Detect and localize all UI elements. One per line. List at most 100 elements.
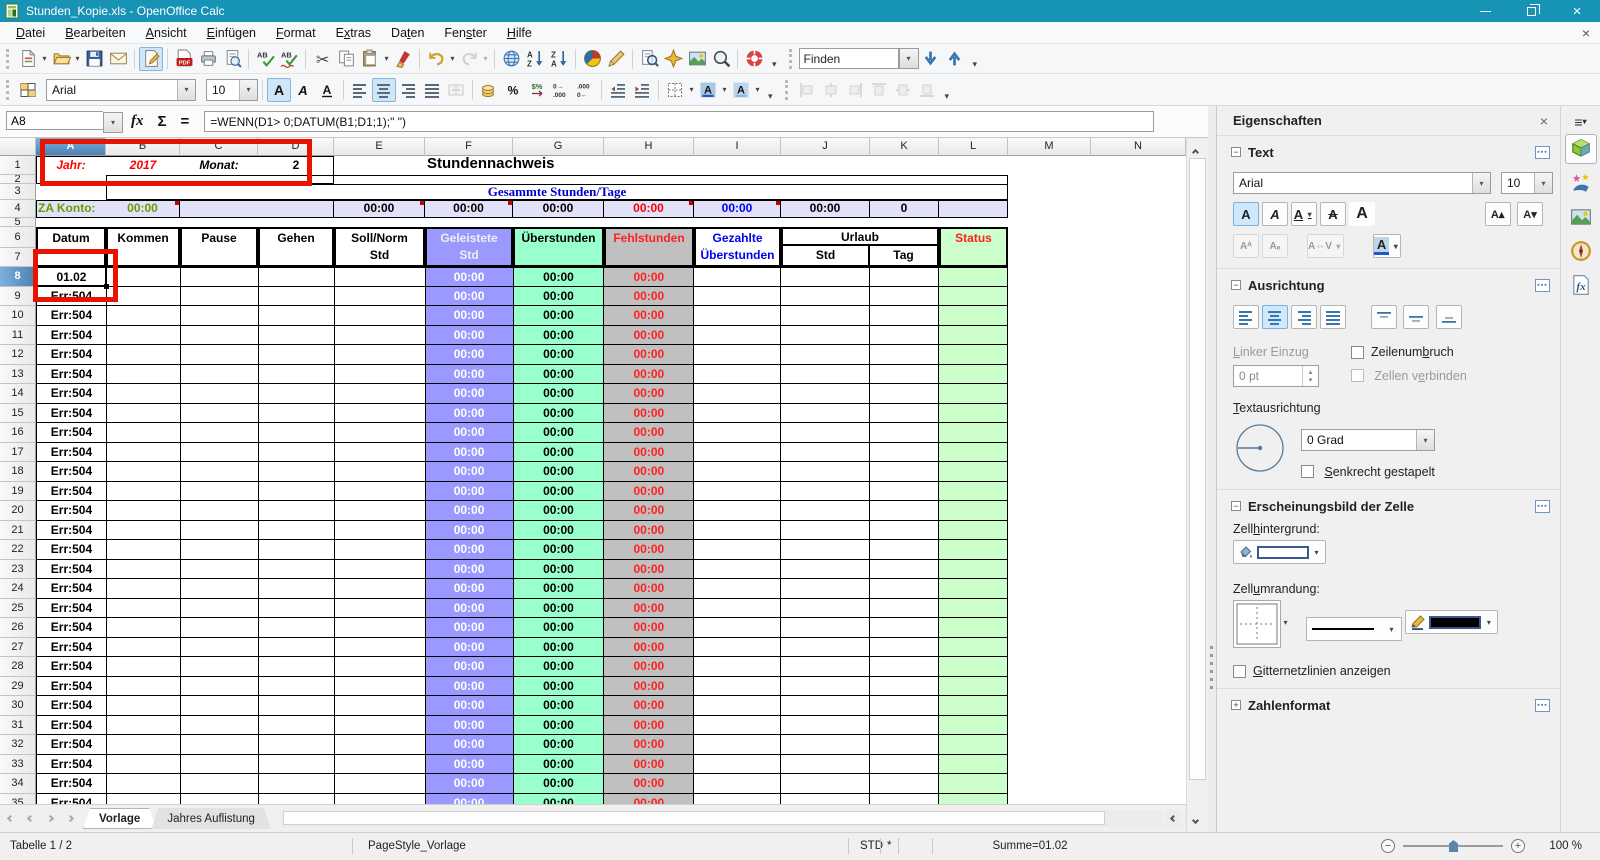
column-header-K[interactable]: K [870, 138, 939, 156]
cell-G34[interactable]: 00:00 [513, 774, 605, 794]
dialog-launcher-icon[interactable]: ▪▪▪ [1535, 499, 1550, 513]
cell-F29[interactable]: 00:00 [425, 676, 514, 696]
cell-K23[interactable] [870, 559, 940, 579]
row-header-25[interactable]: 25 [0, 598, 36, 618]
cell-H12[interactable]: 00:00 [604, 345, 695, 365]
cell-C35[interactable] [181, 793, 259, 804]
cell-K25[interactable] [870, 598, 940, 618]
cell-G30[interactable]: 00:00 [513, 696, 605, 716]
table-header[interactable]: Urlaub Std Tag [781, 227, 939, 267]
menu-hilfe[interactable]: Hilfe [497, 22, 542, 44]
cell-J19[interactable] [781, 481, 871, 501]
underline-button[interactable]: A [315, 78, 339, 102]
copy-button[interactable] [334, 47, 358, 71]
cell-C31[interactable] [180, 715, 259, 735]
horizontal-scroll-thumb[interactable] [282, 811, 1105, 825]
help-button[interactable] [742, 47, 766, 71]
cell[interactable]: 00:00 [513, 200, 604, 218]
hyperlink-button[interactable] [499, 47, 523, 71]
paste-button[interactable] [358, 47, 382, 71]
sheet-tab-jahres-auflistung[interactable]: Jahres Auflistung [151, 808, 271, 829]
sidebar-tab-navigator[interactable] [1565, 236, 1597, 266]
cell-C22[interactable] [180, 540, 259, 560]
sort-descending-button[interactable]: ZA [547, 47, 571, 71]
cell-L24[interactable] [939, 579, 1008, 599]
cell-J13[interactable] [781, 364, 871, 384]
cell-A14[interactable]: Err:504 [37, 384, 107, 404]
cell-G24[interactable]: 00:00 [513, 579, 605, 599]
cell-I34[interactable] [694, 774, 782, 794]
cell-L9[interactable] [939, 286, 1008, 306]
cell-D30[interactable] [258, 696, 335, 716]
cell-I8[interactable] [694, 268, 782, 287]
cell-D31[interactable] [258, 715, 335, 735]
formula-input[interactable] [204, 111, 1155, 132]
cell-A17[interactable]: Err:504 [37, 442, 107, 462]
cell-B27[interactable] [106, 637, 181, 657]
cell-J28[interactable] [781, 657, 871, 677]
obj-align-center-v-button[interactable] [891, 78, 915, 102]
cell-A29[interactable]: Err:504 [37, 676, 107, 696]
cell-E11[interactable] [334, 325, 426, 345]
column-header-E[interactable]: E [334, 138, 425, 156]
sidebar-tab-styles[interactable] [1565, 168, 1597, 198]
cell-A11[interactable]: Err:504 [37, 325, 107, 345]
borders-dropdown-icon[interactable]: ▾ [687, 85, 696, 94]
table-header[interactable]: Fehlstunden [604, 227, 694, 267]
cell-A35[interactable]: Err:504 [37, 793, 107, 804]
cell-K17[interactable] [870, 442, 940, 462]
cell-J16[interactable] [781, 423, 871, 443]
cell-J35[interactable] [781, 793, 871, 804]
cell-K29[interactable] [870, 676, 940, 696]
undo-dropdown-icon[interactable]: ▾ [448, 54, 457, 63]
cell-L33[interactable] [939, 754, 1008, 774]
cell-B35[interactable] [107, 793, 181, 804]
cell-H27[interactable]: 00:00 [604, 637, 695, 657]
page-preview-button[interactable] [220, 47, 244, 71]
collapse-icon[interactable]: − [1231, 147, 1241, 157]
insert-chart-button[interactable] [580, 47, 604, 71]
undo-button[interactable] [424, 47, 448, 71]
cell-F23[interactable]: 00:00 [425, 559, 514, 579]
add-decimal-button[interactable]: 0→ .000 [549, 78, 573, 102]
cell-L28[interactable] [939, 657, 1008, 677]
sidebar-align-left-button[interactable] [1233, 305, 1259, 329]
dialog-launcher-icon[interactable]: ▪▪▪ [1535, 145, 1550, 159]
cell-F11[interactable]: 00:00 [425, 325, 514, 345]
cell-F17[interactable]: 00:00 [425, 442, 514, 462]
cell-J23[interactable] [781, 559, 871, 579]
cell-B10[interactable] [106, 306, 181, 326]
cell-F31[interactable]: 00:00 [425, 715, 514, 735]
cell-G17[interactable]: 00:00 [513, 442, 605, 462]
zoom-out-icon[interactable]: − [1381, 839, 1395, 853]
cell-reference-input[interactable] [6, 111, 103, 130]
cell-E23[interactable] [334, 559, 426, 579]
cell-H17[interactable]: 00:00 [604, 442, 695, 462]
cell-J29[interactable] [781, 676, 871, 696]
font-color-dropdown-icon[interactable]: ▾ [720, 85, 729, 94]
cell-E29[interactable] [334, 676, 426, 696]
last-sheet-button[interactable] [60, 809, 80, 829]
cell-L21[interactable] [939, 520, 1008, 540]
cell-J20[interactable] [781, 501, 871, 521]
cell-I27[interactable] [694, 637, 782, 657]
cell-C9[interactable] [180, 286, 259, 306]
row-header-16[interactable]: 16 [0, 423, 36, 443]
cell-F25[interactable]: 00:00 [425, 598, 514, 618]
cell-J24[interactable] [781, 579, 871, 599]
sidebar-underline-button[interactable]: A ▾ [1291, 202, 1317, 226]
selection-sum[interactable]: Summe=01.02 [930, 840, 1130, 852]
zoom-in-icon[interactable]: + [1511, 839, 1525, 853]
cell-J31[interactable] [781, 715, 871, 735]
currency-button[interactable] [477, 78, 501, 102]
cell-A30[interactable]: Err:504 [37, 696, 107, 716]
cell-F16[interactable]: 00:00 [425, 423, 514, 443]
sidebar-italic-button[interactable]: A [1262, 202, 1288, 226]
stacked-checkbox[interactable] [1301, 465, 1314, 478]
row-header-17[interactable]: 17 [0, 442, 36, 462]
cell-C32[interactable] [180, 735, 259, 755]
sidebar-align-center-button[interactable] [1262, 305, 1288, 329]
cell-C33[interactable] [180, 754, 259, 774]
row-header-2[interactable]: 2 [0, 175, 36, 184]
cell-A20[interactable]: Err:504 [37, 501, 107, 521]
